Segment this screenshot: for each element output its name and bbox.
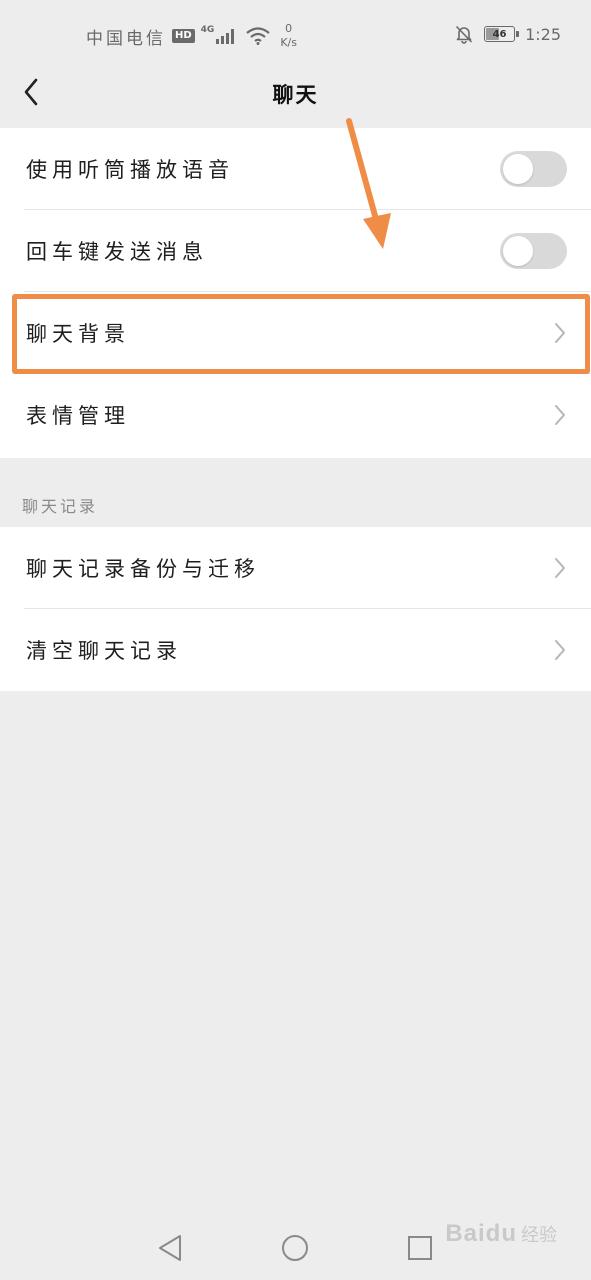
setting-label: 表情管理 [26, 404, 130, 428]
triangle-back-icon [159, 1235, 181, 1261]
status-bar: 中国电信 HD 4G 0 K/s 46 1:25 [0, 0, 591, 62]
notifications-muted-icon [455, 25, 473, 44]
status-left: 中国电信 HD 4G 0 K/s [86, 22, 297, 50]
signal-strength-icon [216, 28, 235, 44]
setting-row-sticker-management[interactable]: 表情管理 [0, 374, 591, 456]
annotation-highlight-box [12, 294, 590, 374]
section-header-chat-history: 聊天记录 [22, 497, 99, 516]
watermark-text: 经验 [521, 1225, 557, 1246]
earpiece-playback-toggle[interactable] [500, 151, 567, 187]
setting-row-earpiece-playback[interactable]: 使用听筒播放语音 [0, 128, 591, 210]
setting-row-enter-to-send[interactable]: 回车键发送消息 [0, 210, 591, 292]
hd-badge: HD [172, 29, 195, 43]
nav-bar: 聊天 [0, 62, 591, 126]
chat-settings-group: 使用听筒播放语音 回车键发送消息 聊天背景 表情管理 [0, 128, 591, 458]
network-speed-unit: K/s [280, 36, 297, 49]
toggle-knob [503, 236, 533, 266]
annotation-arrow-icon [346, 118, 391, 249]
enter-to-send-toggle[interactable] [500, 233, 567, 269]
watermark-brand: Baidu [445, 1220, 517, 1247]
system-home-button[interactable] [277, 1230, 313, 1266]
system-recents-button[interactable] [402, 1230, 438, 1266]
chevron-right-icon [553, 404, 567, 426]
chevron-right-icon [553, 557, 567, 579]
wechat-chat-settings-screen: 中国电信 HD 4G 0 K/s 46 1:25 聊天 使用听筒播放语音 回车键… [0, 0, 591, 1280]
network-speed-value: 0 [285, 22, 293, 35]
system-back-button[interactable] [152, 1230, 188, 1266]
page-title: 聊天 [272, 83, 319, 107]
network-type: 4G [200, 25, 215, 35]
carrier-name: 中国电信 [86, 28, 166, 49]
baidu-jingyan-watermark: Baidu 经验 [445, 1220, 557, 1248]
clock: 1:25 [525, 24, 561, 44]
network-speed: 0 K/s [280, 22, 297, 50]
battery-icon: 46 [484, 26, 520, 42]
wifi-icon [246, 27, 271, 45]
battery-level: 46 [492, 28, 507, 40]
square-recents-icon [408, 1236, 432, 1260]
setting-row-backup-migrate[interactable]: 聊天记录备份与迁移 [0, 527, 591, 609]
chat-history-group: 聊天记录备份与迁移 清空聊天记录 [0, 527, 591, 691]
circle-home-icon [282, 1235, 308, 1261]
setting-row-clear-history[interactable]: 清空聊天记录 [0, 609, 591, 691]
toggle-knob [503, 154, 533, 184]
status-right: 46 1:25 [454, 24, 561, 44]
setting-label: 使用听筒播放语音 [26, 158, 234, 182]
setting-label: 清空聊天记录 [26, 639, 182, 663]
setting-label: 聊天记录备份与迁移 [26, 557, 260, 581]
chevron-right-icon [553, 639, 567, 661]
setting-label: 回车键发送消息 [26, 240, 208, 264]
